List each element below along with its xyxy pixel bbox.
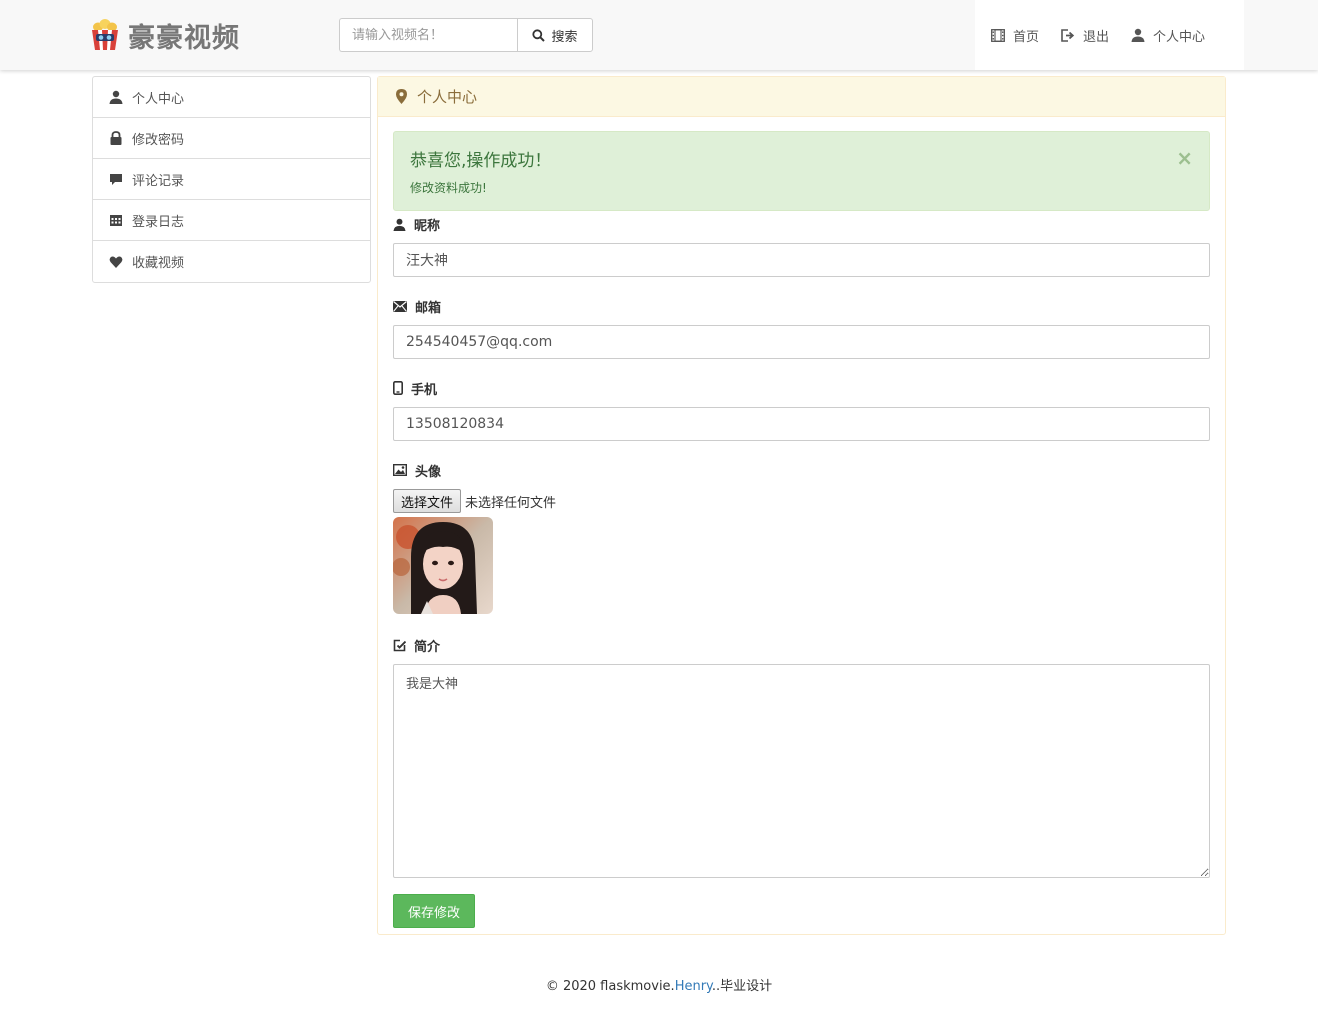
nav-home-label: 首页 [1013,29,1040,45]
calendar-icon [110,215,122,226]
save-button[interactable]: 保存修改 [393,894,475,928]
search-icon [532,28,546,42]
avatar-label-text: 头像 [415,464,442,480]
sidebar-item-label: 个人中心 [132,91,185,107]
comment-icon [110,174,122,185]
logout-icon [1061,28,1075,42]
panel-body: 恭喜您,操作成功！ 修改资料成功! × 昵称 邮箱 手机 头像 选择文件 未选择 [378,117,1225,928]
footer-author-link[interactable]: Henry [675,979,712,994]
phone-input[interactable] [393,407,1210,441]
email-label: 邮箱 [393,295,1210,317]
popcorn-logo-icon [92,19,118,50]
heart-icon [109,256,123,268]
lock-icon [110,131,122,145]
alert-message: 修改资料成功! [410,181,487,195]
profile-panel: 个人中心 恭喜您,操作成功！ 修改资料成功! × 昵称 邮箱 手机 头像 [377,76,1226,935]
intro-label-text: 简介 [414,639,441,655]
mobile-phone-icon [393,381,403,395]
nav-links: 首页 退出 个人中心 [975,0,1244,70]
sidebar-item-change-password[interactable]: 修改密码 [93,118,370,159]
search-button-label: 搜索 [551,29,578,45]
search-form: 搜索 [339,18,593,52]
avatar-file-picker: 选择文件 未选择任何文件 [393,489,1210,513]
footer: © 2020 flaskmovie.Henry..毕业设计 [0,975,1318,994]
brand-name: 豪豪视频 [128,22,240,54]
sidebar-item-label: 收藏视频 [132,256,185,271]
intro-textarea[interactable]: 我是大神 [393,664,1210,878]
nav-user-center[interactable]: 个人中心 [1131,26,1205,45]
panel-title: 个人中心 [417,88,478,106]
sidebar-item-favorites[interactable]: 收藏视频 [93,241,370,282]
user-icon [393,218,406,231]
avatar-label: 头像 [393,459,1210,481]
sidebar-item-label: 登录日志 [132,214,185,230]
nickname-label-text: 昵称 [414,218,441,234]
sidebar-item-user-center[interactable]: 个人中心 [93,77,370,118]
file-status: 未选择任何文件 [465,495,557,511]
phone-label-text: 手机 [411,382,438,398]
envelope-icon [393,300,407,312]
nickname-input[interactable] [393,243,1210,277]
sidebar-item-label: 修改密码 [132,132,185,148]
success-alert: 恭喜您,操作成功！ 修改资料成功! × [393,131,1210,211]
alert-title: 恭喜您,操作成功！ [410,151,552,171]
intro-label: 简介 [393,634,1210,656]
nav-logout-label: 退出 [1083,29,1110,45]
sidebar-item-login-log[interactable]: 登录日志 [93,200,370,241]
sidebar-item-label: 评论记录 [132,173,185,189]
map-marker-icon [396,89,407,104]
edit-icon [393,639,406,651]
email-input[interactable] [393,325,1210,359]
user-icon [1131,28,1145,42]
choose-file-button[interactable]: 选择文件 [393,489,462,513]
brand[interactable]: 豪豪视频 [88,14,240,56]
search-input[interactable] [339,18,517,52]
footer-suffix: ..毕业设计 [711,979,773,994]
picture-icon [393,464,407,476]
top-navbar: 豪豪视频 搜索 首页 退出 [0,0,1318,70]
email-label-text: 邮箱 [415,300,442,316]
search-button[interactable]: 搜索 [517,18,593,52]
sidebar: 个人中心 修改密码 评论记录 登录日志 收藏视频 [92,76,371,283]
nav-home[interactable]: 首页 [991,26,1039,45]
panel-heading: 个人中心 [378,77,1225,117]
user-icon [109,90,123,104]
nickname-label: 昵称 [393,213,1210,235]
footer-prefix: © 2020 flaskmovie. [545,979,675,994]
film-icon [991,28,1005,42]
sidebar-item-comments[interactable]: 评论记录 [93,159,370,200]
nav-user-center-label: 个人中心 [1153,29,1206,45]
phone-label: 手机 [393,377,1210,399]
alert-close-button[interactable]: × [1176,146,1193,170]
nav-logout[interactable]: 退出 [1061,26,1109,45]
avatar-image [392,517,493,614]
